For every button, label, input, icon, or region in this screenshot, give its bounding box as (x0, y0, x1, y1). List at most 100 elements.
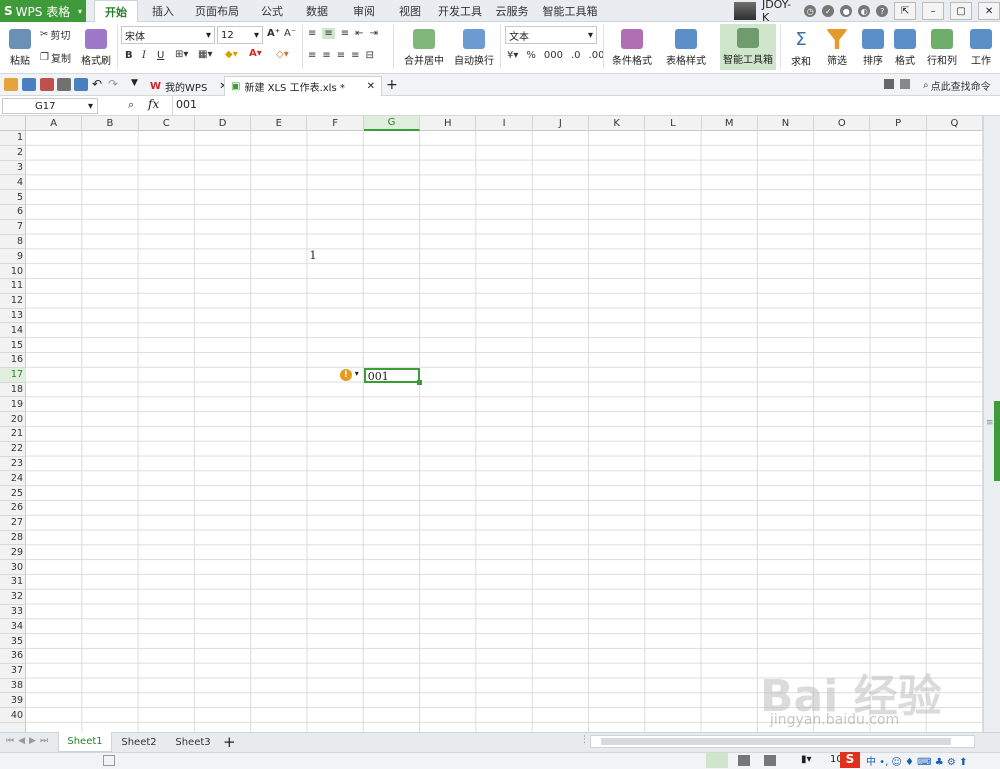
column-header-C[interactable]: C (139, 116, 195, 131)
number-format-select[interactable]: 文本 ▾ (505, 26, 597, 44)
error-check-icon[interactable]: ! (339, 368, 352, 381)
row-header-38[interactable]: 38 (0, 679, 26, 694)
row-header-39[interactable]: 39 (0, 693, 26, 709)
row-header-25[interactable]: 25 (0, 486, 26, 501)
tablet-icon[interactable] (900, 79, 910, 89)
font-size-select[interactable]: 12 ▾ (217, 26, 263, 44)
normal-view-icon[interactable] (706, 753, 728, 768)
row-header-18[interactable]: 18 (0, 383, 26, 398)
row-header-30[interactable]: 30 (0, 560, 26, 575)
row-header-40[interactable]: 40 (0, 708, 26, 723)
column-header-K[interactable]: K (589, 116, 646, 131)
row-header-14[interactable]: 14 (0, 323, 26, 339)
undo-icon[interactable]: ↶ (92, 77, 102, 91)
menu-tab-6[interactable]: 视图 (390, 0, 430, 22)
row-header-23[interactable]: 23 (0, 457, 26, 472)
conditional-format-button[interactable]: 条件格式 (606, 26, 658, 70)
sheet-nav-icon[interactable]: ⏮◀▶⏭ (6, 736, 52, 746)
underline-button[interactable]: U (157, 50, 164, 61)
sort-button[interactable]: 排序 (856, 26, 890, 70)
skin-icon[interactable]: ◐ (858, 5, 871, 17)
menu-tab-4[interactable]: 数据 (296, 0, 338, 22)
align-top-icon[interactable]: ≡ (308, 28, 316, 39)
sheet-tab-sheet3[interactable]: Sheet3 (167, 732, 219, 752)
clock-icon[interactable]: ◷ (804, 5, 817, 17)
search-command[interactable]: ⌕ 点此查找命令 (923, 78, 991, 93)
zoom-search-icon[interactable]: ⌕ (128, 98, 134, 112)
align-right-icon[interactable]: ≡ (337, 50, 345, 61)
maximize-icon[interactable]: ▢ (950, 2, 973, 20)
restore-ribbon-icon[interactable]: ⇱ (894, 2, 917, 20)
row-header-15[interactable]: 15 (0, 338, 26, 353)
ime-logo-icon[interactable]: S (840, 752, 860, 768)
save-icon[interactable] (22, 78, 36, 91)
row-header-1[interactable]: 1 (0, 131, 26, 146)
align-middle-icon[interactable]: ≡ (322, 28, 335, 39)
align-bottom-icon[interactable]: ≡ (341, 28, 349, 39)
menu-tab-9[interactable]: 智能工具箱 (536, 0, 604, 22)
app-menu-button[interactable]: S WPS 表格 ▾ (0, 0, 86, 22)
bold-button[interactable]: B (125, 50, 133, 61)
font-grow-button[interactable]: A⁺ (267, 28, 280, 39)
align-center-icon[interactable]: ≡ (322, 50, 330, 61)
open-icon[interactable] (4, 78, 18, 91)
column-header-N[interactable]: N (758, 116, 815, 131)
menu-tab-0[interactable]: 开始 (94, 0, 138, 23)
column-header-G[interactable]: G (363, 116, 421, 131)
row-header-28[interactable]: 28 (0, 531, 26, 546)
close-icon[interactable]: ✕ (367, 81, 375, 92)
font-name-select[interactable]: 宋体 ▾ (121, 26, 215, 44)
indent-increase-icon[interactable]: ⇥ (370, 28, 378, 39)
scroll-thumb[interactable] (601, 738, 951, 745)
row-header-32[interactable]: 32 (0, 590, 26, 605)
row-header-26[interactable]: 26 (0, 501, 26, 516)
menu-tab-2[interactable]: 页面布局 (188, 0, 246, 22)
wrap-text-button[interactable]: 自动换行 (452, 26, 496, 70)
column-header-Q[interactable]: Q (927, 116, 983, 131)
column-header-I[interactable]: I (476, 116, 533, 131)
cell-G17[interactable]: 001 (363, 367, 421, 383)
fill-color-button[interactable]: ◆▾ (225, 49, 238, 60)
menu-tab-8[interactable]: 云服务 (490, 0, 534, 22)
format-painter-button[interactable]: 格式刷 (80, 26, 112, 70)
row-header-13[interactable]: 13 (0, 309, 26, 324)
menu-tab-5[interactable]: 审阅 (340, 0, 388, 22)
column-header-M[interactable]: M (702, 116, 758, 131)
menu-tab-7[interactable]: 开发工具 (432, 0, 488, 22)
chevron-down-icon[interactable]: ▾ (355, 369, 359, 378)
font-shrink-button[interactable]: A⁻ (284, 28, 296, 39)
cell-grid[interactable]: 1! ▾ 001 (26, 131, 983, 732)
row-header-27[interactable]: 27 (0, 516, 26, 531)
thousands-icon[interactable]: 000 (544, 50, 563, 61)
rows-cols-button[interactable]: 行和列 (924, 26, 960, 70)
row-header-37[interactable]: 37 (0, 664, 26, 679)
font-color-button[interactable]: A▾ (249, 48, 262, 59)
page-break-icon[interactable] (764, 755, 776, 766)
menu-tab-3[interactable]: 公式 (250, 0, 294, 22)
smart-toolbox-button[interactable]: 智能工具箱 (720, 24, 776, 70)
menu-tab-1[interactable]: 插入 (140, 0, 186, 22)
justify-icon[interactable]: ≡ (351, 50, 359, 61)
column-header-P[interactable]: P (871, 116, 927, 131)
doc-tab-mywps[interactable]: W 我的WPS ✕ (144, 76, 234, 96)
qat-dropdown-icon[interactable]: ▼ (131, 78, 138, 88)
column-header-J[interactable]: J (533, 116, 589, 131)
row-header-22[interactable]: 22 (0, 442, 26, 457)
page-layout-icon[interactable] (738, 755, 750, 766)
hscroll-split-icon[interactable]: ⋮ (580, 735, 589, 745)
percent-button[interactable]: % (526, 50, 536, 61)
sum-button[interactable]: Σ 求和 (784, 26, 818, 70)
ime-status-icons[interactable]: 中 •, ☺ ♦ ⌨ ♣ ⚙ ⬆ (866, 753, 967, 768)
column-header-D[interactable]: D (195, 116, 252, 131)
column-header-B[interactable]: B (82, 116, 139, 131)
row-header-24[interactable]: 24 (0, 471, 26, 487)
avatar[interactable] (734, 2, 756, 20)
row-header-21[interactable]: 21 (0, 427, 26, 442)
row-header-4[interactable]: 4 (0, 175, 26, 191)
screen-icon[interactable] (884, 79, 894, 89)
clear-format-button[interactable]: ◇▾ (276, 49, 289, 60)
italic-button[interactable]: I (142, 50, 146, 61)
vertical-scrollbar[interactable]: ≡ (983, 116, 1000, 732)
row-header-12[interactable]: 12 (0, 294, 26, 309)
currency-icon[interactable]: ¥▾ (507, 50, 518, 61)
